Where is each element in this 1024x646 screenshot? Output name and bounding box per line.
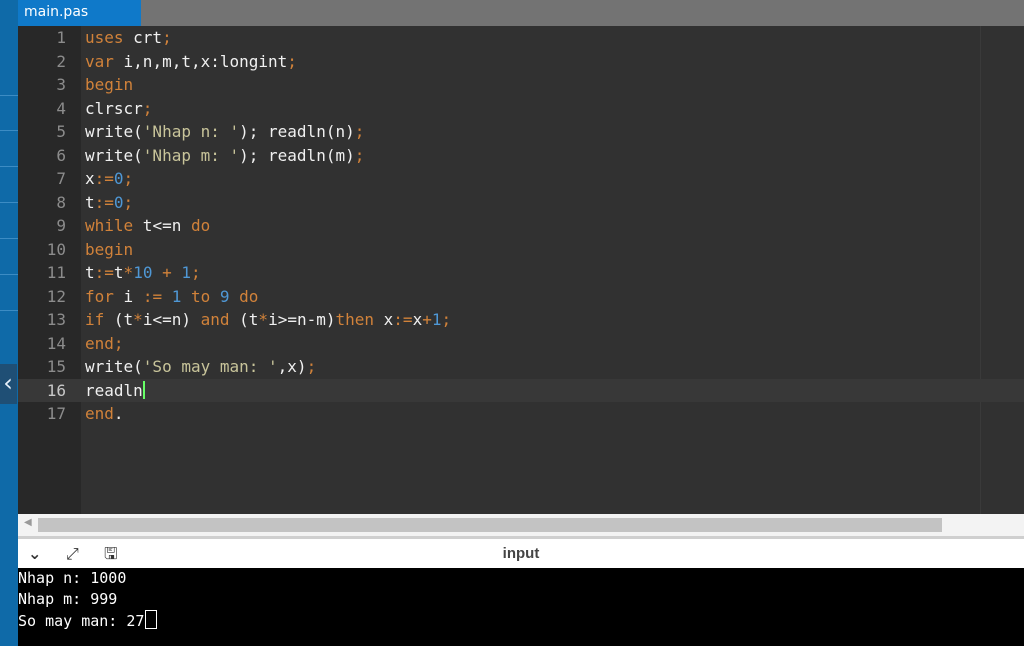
line-number: 7 xyxy=(56,169,66,188)
code-line[interactable]: 6 write('Nhap m: '); readln(m); xyxy=(18,144,1024,168)
console-line: So may man: 27 xyxy=(18,610,158,632)
code-line[interactable]: 13 if (t*i<=n) and (t*i>=n-m)then x:=x+1… xyxy=(18,308,1024,332)
line-number: 16 xyxy=(46,380,66,400)
code-line[interactable]: 5 write('Nhap n: '); readln(n); xyxy=(18,120,1024,144)
code-text: clrscr; xyxy=(85,98,153,118)
line-number: 1 xyxy=(56,28,66,47)
console-output[interactable]: Nhap n: 1000 Nhap m: 999 So may man: 27 xyxy=(18,568,1024,646)
rail-divider xyxy=(0,202,18,203)
code-text: write('Nhap m: '); readln(m); xyxy=(85,145,365,165)
console-line: Nhap n: 1000 xyxy=(18,569,127,587)
line-number: 12 xyxy=(46,286,66,306)
code-text: uses crt; xyxy=(85,28,172,47)
line-number: 5 xyxy=(56,122,66,141)
code-text: var i,n,m,t,x:longint; xyxy=(85,51,297,71)
horizontal-scrollbar[interactable]: ◀ xyxy=(18,514,1024,536)
code-editor[interactable]: 1 uses crt; 2 var i,n,m,t,x:longint; 3 b… xyxy=(18,26,1024,514)
scroll-left-icon[interactable]: ◀ xyxy=(24,517,32,528)
line-number: 3 xyxy=(56,75,66,94)
code-text: begin xyxy=(85,239,134,259)
rail-divider xyxy=(0,310,18,311)
rail-divider xyxy=(0,238,18,239)
scrollbar-thumb[interactable] xyxy=(38,518,942,532)
code-line[interactable]: 14 end; xyxy=(18,332,1024,356)
rail-divider xyxy=(0,274,18,275)
tab-bar: main.pas xyxy=(18,0,1024,26)
code-line[interactable]: 2 var i,n,m,t,x:longint; xyxy=(18,50,1024,74)
code-line[interactable]: 7 x:=0; xyxy=(18,167,1024,191)
line-number: 14 xyxy=(46,333,66,353)
line-number: 8 xyxy=(56,192,66,212)
code-text: write('Nhap n: '); readln(n); xyxy=(85,122,365,141)
code-line[interactable]: 8 t:=0; xyxy=(18,191,1024,215)
code-text: readln xyxy=(85,380,145,400)
code-line[interactable]: 3 begin xyxy=(18,73,1024,97)
code-text: t:=0; xyxy=(85,192,134,212)
code-text: for i := 1 to 9 do xyxy=(85,286,259,306)
rail-divider xyxy=(0,130,18,131)
line-number: 17 xyxy=(46,404,66,423)
code-text: x:=0; xyxy=(85,169,134,188)
code-text: write('So may man: ',x); xyxy=(85,357,317,376)
console-header: ⌄ ⤢ 🖫 input xyxy=(18,536,1024,568)
code-line[interactable]: 9 while t<=n do xyxy=(18,214,1024,238)
code-line[interactable]: 12 for i := 1 to 9 do xyxy=(18,285,1024,309)
line-number: 4 xyxy=(56,98,66,118)
line-number: 10 xyxy=(46,239,66,259)
code-line[interactable]: 1 uses crt; xyxy=(18,26,1024,50)
code-text: while t<=n do xyxy=(85,216,211,235)
console-line: Nhap m: 999 xyxy=(18,590,118,608)
code-line[interactable]: 4 clrscr; xyxy=(18,97,1024,121)
code-line[interactable]: 10 begin xyxy=(18,238,1024,262)
line-number: 15 xyxy=(46,357,66,376)
text-cursor xyxy=(142,380,145,399)
sidebar-rail: ‹ xyxy=(0,0,18,646)
line-number: 6 xyxy=(56,145,66,165)
code-text: if (t*i<=n) and (t*i>=n-m)then x:=x+1; xyxy=(85,310,452,329)
line-number: 2 xyxy=(56,51,66,71)
code-line-active[interactable]: 16 readln xyxy=(18,378,1024,402)
rail-divider xyxy=(0,166,18,167)
terminal-cursor xyxy=(145,610,158,629)
code-text: end; xyxy=(85,333,124,353)
chevron-left-icon[interactable]: ‹ xyxy=(0,364,17,404)
code-text: begin xyxy=(85,75,134,94)
rail-divider xyxy=(0,95,18,96)
code-text: t:=t*10 + 1; xyxy=(85,263,201,282)
console-title: input xyxy=(502,545,540,562)
code-line[interactable]: 11 t:=t*10 + 1; xyxy=(18,261,1024,285)
tab-main-pas[interactable]: main.pas xyxy=(18,0,141,26)
line-number: 13 xyxy=(46,310,66,329)
code-line[interactable]: 17 end. xyxy=(18,402,1024,426)
line-number: 11 xyxy=(46,263,66,282)
code-text: end. xyxy=(85,404,124,423)
line-number: 9 xyxy=(56,216,66,235)
code-line[interactable]: 15 write('So may man: ',x); xyxy=(18,355,1024,379)
